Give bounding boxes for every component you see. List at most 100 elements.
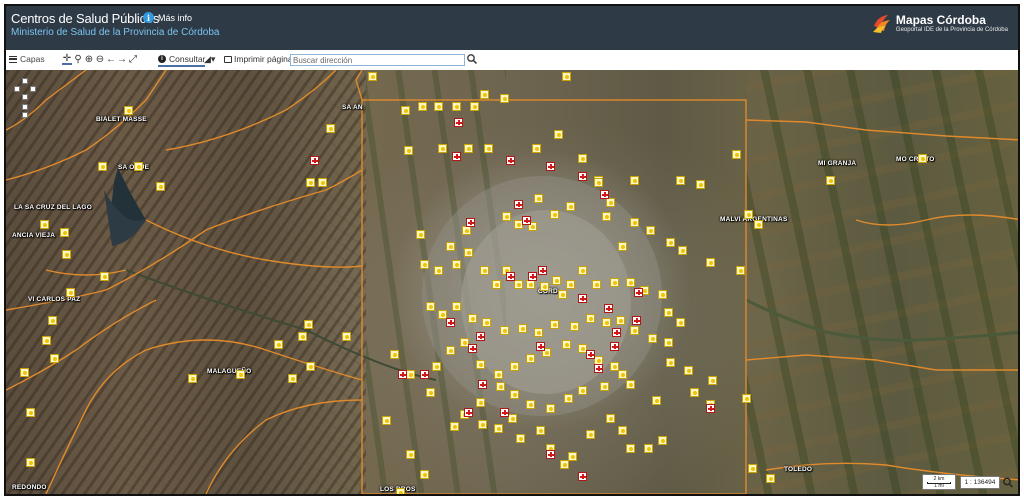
health-center-marker-icon[interactable] <box>578 154 587 163</box>
health-center-marker-icon[interactable] <box>464 248 473 257</box>
health-center-marker-icon[interactable] <box>562 72 571 81</box>
health-center-marker-icon[interactable] <box>558 290 567 299</box>
health-center-marker-icon[interactable] <box>416 230 425 239</box>
health-center-marker-icon[interactable] <box>156 182 165 191</box>
health-center-marker-icon[interactable] <box>298 332 307 341</box>
health-center-marker-icon[interactable] <box>618 242 627 251</box>
health-center-marker-icon[interactable] <box>62 250 71 259</box>
health-center-marker-icon[interactable] <box>502 212 511 221</box>
health-center-marker-icon[interactable] <box>492 280 501 289</box>
hospital-marker-icon[interactable] <box>632 316 641 325</box>
print-button[interactable]: Imprimir página <box>224 54 293 64</box>
health-center-marker-icon[interactable] <box>578 386 587 395</box>
health-center-marker-icon[interactable] <box>494 424 503 433</box>
health-center-marker-icon[interactable] <box>478 420 487 429</box>
health-center-marker-icon[interactable] <box>404 146 413 155</box>
health-center-marker-icon[interactable] <box>754 220 763 229</box>
pan-left-icon[interactable] <box>14 86 20 92</box>
next-extent-icon[interactable]: → <box>117 53 127 65</box>
health-center-marker-icon[interactable] <box>426 388 435 397</box>
health-center-marker-icon[interactable] <box>516 434 525 443</box>
pan-up-icon[interactable] <box>22 78 28 84</box>
hospital-marker-icon[interactable] <box>506 156 515 165</box>
health-center-marker-icon[interactable] <box>748 464 757 473</box>
health-center-marker-icon[interactable] <box>560 460 569 469</box>
health-center-marker-icon[interactable] <box>326 124 335 133</box>
health-center-marker-icon[interactable] <box>236 370 245 379</box>
health-center-marker-icon[interactable] <box>592 280 601 289</box>
health-center-marker-icon[interactable] <box>648 334 657 343</box>
health-center-marker-icon[interactable] <box>20 368 29 377</box>
hospital-marker-icon[interactable] <box>634 288 643 297</box>
health-center-marker-icon[interactable] <box>630 218 639 227</box>
hospital-marker-icon[interactable] <box>546 450 555 459</box>
health-center-marker-icon[interactable] <box>554 130 563 139</box>
health-center-marker-icon[interactable] <box>626 278 635 287</box>
health-center-marker-icon[interactable] <box>532 144 541 153</box>
health-center-marker-icon[interactable] <box>450 422 459 431</box>
health-center-marker-icon[interactable] <box>368 72 377 81</box>
health-center-marker-icon[interactable] <box>406 370 415 379</box>
more-info-link[interactable]: i Más info <box>143 12 192 23</box>
health-center-marker-icon[interactable] <box>382 416 391 425</box>
previous-extent-icon[interactable]: ← <box>106 53 116 65</box>
health-center-marker-icon[interactable] <box>550 210 559 219</box>
health-center-marker-icon[interactable] <box>426 302 435 311</box>
health-center-marker-icon[interactable] <box>342 332 351 341</box>
health-center-marker-icon[interactable] <box>536 426 545 435</box>
health-center-marker-icon[interactable] <box>470 102 479 111</box>
health-center-marker-icon[interactable] <box>666 358 675 367</box>
health-center-marker-icon[interactable] <box>630 326 639 335</box>
health-center-marker-icon[interactable] <box>918 154 927 163</box>
health-center-marker-icon[interactable] <box>526 400 535 409</box>
search-icon[interactable] <box>466 53 478 65</box>
health-center-marker-icon[interactable] <box>600 382 609 391</box>
health-center-marker-icon[interactable] <box>496 382 505 391</box>
health-center-marker-icon[interactable] <box>676 318 685 327</box>
health-center-marker-icon[interactable] <box>602 318 611 327</box>
health-center-marker-icon[interactable] <box>48 316 57 325</box>
health-center-marker-icon[interactable] <box>646 226 655 235</box>
health-center-marker-icon[interactable] <box>706 258 715 267</box>
health-center-marker-icon[interactable] <box>306 178 315 187</box>
health-center-marker-icon[interactable] <box>304 320 313 329</box>
hospital-marker-icon[interactable] <box>478 380 487 389</box>
health-center-marker-icon[interactable] <box>40 220 49 229</box>
health-center-marker-icon[interactable] <box>100 272 109 281</box>
health-center-marker-icon[interactable] <box>500 326 509 335</box>
health-center-marker-icon[interactable] <box>434 102 443 111</box>
hospital-marker-icon[interactable] <box>522 216 531 225</box>
full-extent-icon[interactable]: ⤢ <box>128 53 138 65</box>
hospital-marker-icon[interactable] <box>612 328 621 337</box>
health-center-marker-icon[interactable] <box>526 280 535 289</box>
health-center-marker-icon[interactable] <box>500 94 509 103</box>
health-center-marker-icon[interactable] <box>566 202 575 211</box>
hospital-marker-icon[interactable] <box>420 370 429 379</box>
health-center-marker-icon[interactable] <box>664 308 673 317</box>
hospital-marker-icon[interactable] <box>454 118 463 127</box>
health-center-marker-icon[interactable] <box>616 316 625 325</box>
hospital-marker-icon[interactable] <box>604 304 613 313</box>
pan-right-icon[interactable] <box>30 86 36 92</box>
address-search-input[interactable] <box>290 54 465 66</box>
hospital-marker-icon[interactable] <box>468 344 477 353</box>
health-center-marker-icon[interactable] <box>494 370 503 379</box>
health-center-marker-icon[interactable] <box>420 470 429 479</box>
zoom-in-icon[interactable] <box>22 104 28 110</box>
health-center-marker-icon[interactable] <box>390 350 399 359</box>
hospital-marker-icon[interactable] <box>578 472 587 481</box>
health-center-marker-icon[interactable] <box>644 444 653 453</box>
health-center-marker-icon[interactable] <box>480 90 489 99</box>
scale-search-icon[interactable] <box>1002 476 1014 489</box>
health-center-marker-icon[interactable] <box>188 374 197 383</box>
health-center-marker-icon[interactable] <box>514 280 523 289</box>
health-center-marker-icon[interactable] <box>446 242 455 251</box>
health-center-marker-icon[interactable] <box>476 398 485 407</box>
health-center-marker-icon[interactable] <box>420 260 429 269</box>
hospital-marker-icon[interactable] <box>506 272 515 281</box>
map-canvas[interactable]: BIALET MASSE SA OQUE LA SA CRUZ DEL LAGO… <box>6 70 1018 494</box>
measure-dropdown-icon[interactable]: ◢▾ <box>204 54 215 65</box>
health-center-marker-icon[interactable] <box>468 314 477 323</box>
hospital-marker-icon[interactable] <box>452 152 461 161</box>
health-center-marker-icon[interactable] <box>736 266 745 275</box>
